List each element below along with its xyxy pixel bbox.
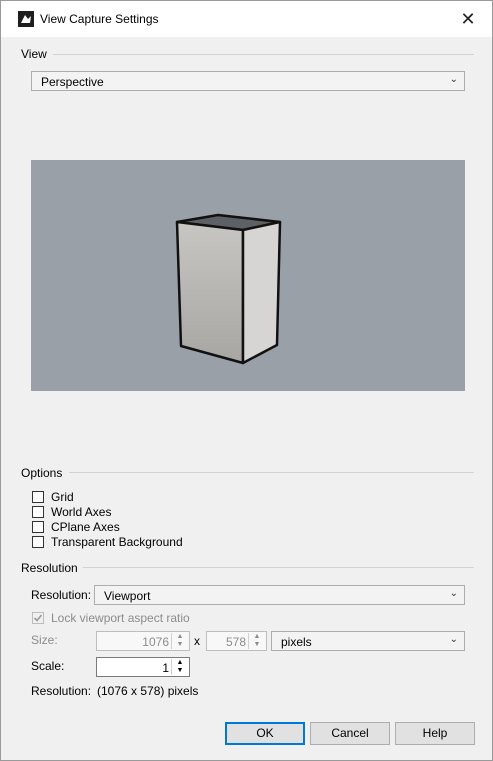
- grid-checkbox[interactable]: [32, 491, 44, 503]
- view-group-divider: [53, 54, 474, 55]
- resolution-summary-label: Resolution:: [31, 684, 92, 698]
- spin-up-icon[interactable]: ▲: [172, 633, 188, 641]
- ok-button[interactable]: OK: [225, 722, 305, 745]
- times-sign: x: [194, 634, 200, 648]
- chevron-down-icon: ⌄: [449, 74, 458, 85]
- spin-down-icon[interactable]: ▼: [172, 641, 188, 649]
- resolution-group-divider: [83, 567, 474, 568]
- title-bar: View Capture Settings ✕: [1, 1, 492, 37]
- box-preview-graphic: [175, 213, 282, 365]
- transparent-background-checkbox[interactable]: [32, 536, 44, 548]
- units-select-value: pixels: [281, 635, 312, 649]
- view-select[interactable]: Perspective ⌄: [31, 71, 465, 91]
- chevron-down-icon: ⌄: [449, 588, 458, 599]
- scale-label: Scale:: [31, 659, 65, 673]
- spin-down-icon[interactable]: ▼: [172, 667, 188, 675]
- help-button[interactable]: Help: [395, 722, 475, 745]
- cplane-axes-checkbox-label: CPlane Axes: [51, 520, 120, 534]
- height-field[interactable]: 578 ▲ ▼: [206, 631, 267, 651]
- cancel-button[interactable]: Cancel: [310, 722, 390, 745]
- resolution-summary-value: (1076 x 578) pixels: [97, 684, 199, 698]
- scale-stepper[interactable]: ▲ ▼: [171, 659, 188, 675]
- width-field[interactable]: 1076 ▲ ▼: [96, 631, 190, 651]
- height-value: 578: [225, 635, 246, 649]
- view-select-value: Perspective: [41, 75, 104, 89]
- lock-aspect-checkbox-label: Lock viewport aspect ratio: [51, 611, 190, 625]
- viewport-preview: [31, 160, 465, 391]
- rhino-icon: [18, 11, 34, 27]
- resolution-group-label: Resolution: [21, 561, 78, 575]
- dialog-window: View Capture Settings ✕ View Perspective…: [0, 0, 493, 761]
- width-stepper[interactable]: ▲ ▼: [171, 633, 188, 649]
- resolution-label: Resolution:: [31, 588, 92, 602]
- view-group-label: View: [21, 47, 47, 61]
- size-label: Size:: [31, 633, 58, 647]
- lock-aspect-checkbox[interactable]: [32, 612, 44, 624]
- checkmark-icon: [33, 614, 43, 622]
- options-group-label: Options: [21, 466, 63, 480]
- close-icon[interactable]: ✕: [454, 7, 482, 31]
- scale-field[interactable]: 1 ▲ ▼: [96, 657, 190, 677]
- height-stepper[interactable]: ▲ ▼: [248, 633, 265, 649]
- resolution-select-value: Viewport: [104, 589, 151, 603]
- transparent-background-checkbox-label: Transparent Background: [51, 535, 183, 549]
- units-select[interactable]: pixels ⌄: [271, 631, 465, 651]
- chevron-down-icon: ⌄: [449, 634, 458, 645]
- world-axes-checkbox-label: World Axes: [51, 505, 112, 519]
- grid-checkbox-label: Grid: [51, 490, 74, 504]
- window-title: View Capture Settings: [40, 12, 159, 26]
- cplane-axes-checkbox[interactable]: [32, 521, 44, 533]
- options-group-divider: [69, 472, 474, 473]
- spin-up-icon[interactable]: ▲: [172, 659, 188, 667]
- scale-value: 1: [162, 661, 169, 675]
- resolution-select[interactable]: Viewport ⌄: [94, 585, 465, 605]
- spin-up-icon[interactable]: ▲: [249, 633, 265, 641]
- spin-down-icon[interactable]: ▼: [249, 641, 265, 649]
- width-value: 1076: [142, 635, 169, 649]
- world-axes-checkbox[interactable]: [32, 506, 44, 518]
